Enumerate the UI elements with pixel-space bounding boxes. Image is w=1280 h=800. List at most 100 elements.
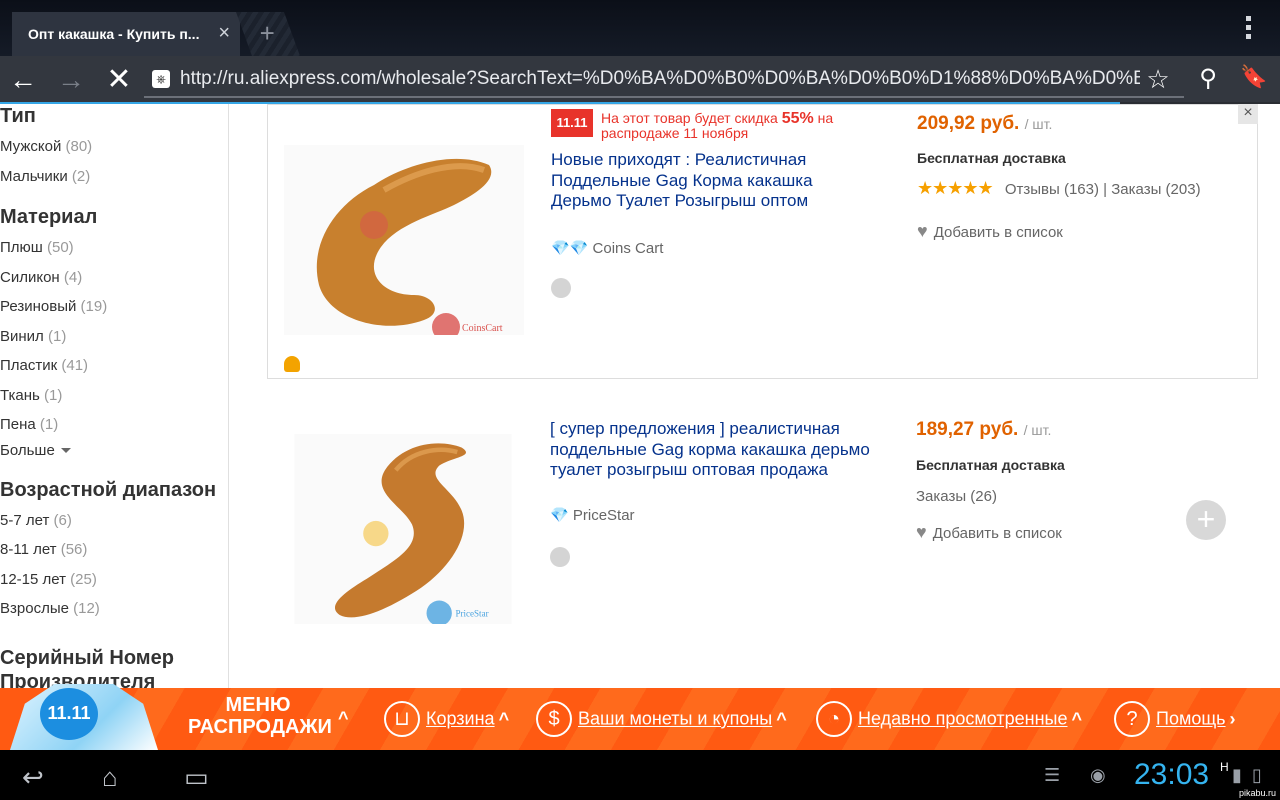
screenshot-notification-icon: ◉	[1090, 765, 1106, 785]
seller-rating-diamond-icon: 💎💎	[551, 240, 589, 257]
product-image[interactable]: CoinsCart	[284, 145, 524, 335]
filter-item[interactable]: 12-15 лет (25)	[0, 565, 228, 595]
product-title-link[interactable]: [ супер предложения ] реалистичная подде…	[550, 419, 900, 481]
tab-close-icon[interactable]: ×	[218, 23, 230, 43]
cart-link[interactable]: ⊔ Корзина ^	[384, 701, 509, 739]
page-content: Тип Мужской (80) Мальчики (2) Материал П…	[0, 104, 1280, 688]
site-favicon-icon: ⎈	[152, 70, 170, 88]
filter-manufacturer-number: Серийный Номер Производителя	[0, 646, 228, 689]
heart-icon: ♥	[917, 221, 928, 241]
free-shipping-label: Бесплатная доставка	[917, 150, 1066, 166]
system-nav-bar: ↩ ⌂ ▭ ☰ ◉ 23:03 H ▮ ▯ pikabu.ru	[0, 750, 1280, 800]
filter-item[interactable]: Мужской (80)	[0, 132, 228, 162]
cart-icon: ⊔	[384, 701, 420, 737]
filter-title: Материал	[0, 206, 98, 228]
add-to-wishlist-link[interactable]: ♥ Добавить в список	[917, 221, 1063, 242]
filter-title: Тип	[0, 105, 36, 127]
home-icon[interactable]: ⌂	[102, 762, 118, 793]
network-type: H	[1220, 760, 1229, 774]
close-icon[interactable]: ×	[1238, 104, 1258, 124]
coin-icon	[551, 278, 571, 298]
sale-logo: 11.11	[551, 109, 593, 137]
filter-material: Материал Плюш (50) Силикон (4) Резиновый…	[0, 205, 228, 462]
clock-icon: ◔	[816, 701, 852, 737]
forward-arrow-icon[interactable]: →	[56, 66, 86, 96]
image-watermark: PriceStar	[455, 609, 488, 619]
product-title-link[interactable]: Новые приходят : Реалистичная Поддельные…	[551, 150, 851, 212]
add-to-wishlist-link[interactable]: ♥ Добавить в список	[916, 522, 1062, 543]
heart-icon: ♥	[916, 522, 927, 542]
filter-item[interactable]: 5-7 лет (6)	[0, 506, 228, 536]
back-arrow-icon[interactable]: ←	[8, 66, 38, 96]
filter-item[interactable]: Силикон (4)	[0, 263, 228, 293]
overflow-menu-icon[interactable]	[1246, 16, 1252, 43]
rating-stars-icon: ★★★★★	[917, 178, 994, 198]
filter-type: Тип Мужской (80) Мальчики (2)	[0, 104, 228, 191]
recent-apps-icon[interactable]: ▭	[184, 762, 209, 793]
browser-tab-strip: Опт какашка - Купить п... × +	[0, 0, 1280, 56]
filter-item[interactable]: Пена (1)	[0, 410, 228, 440]
wifi-icon: ☰	[1044, 765, 1061, 785]
orders-link[interactable]: Заказы (26)	[916, 488, 997, 505]
image-watermark: CoinsCart	[462, 323, 503, 334]
filter-item[interactable]: Плюш (50)	[0, 233, 228, 263]
new-tab-button[interactable]: +	[235, 12, 301, 56]
bookmarks-icon[interactable]: 🔖	[1238, 64, 1270, 90]
sale-promo-bar: 11.11 МЕНЮ РАСПРОДАЖИ ^ ⊔ Корзина ^ $ Ваши …	[0, 684, 1280, 750]
free-shipping-label: Бесплатная доставка	[916, 457, 1065, 473]
address-bar: ← → ✕ ⎈ http://ru.aliexpress.com/wholesa…	[0, 56, 1280, 105]
chevron-up-icon: ^	[776, 708, 787, 729]
add-button[interactable]: +	[1186, 500, 1226, 540]
stop-loading-icon[interactable]: ✕	[104, 65, 134, 96]
product-card[interactable]: PriceStar [ супер предложения ] реалисти…	[267, 414, 1258, 674]
clock: 23:03	[1134, 758, 1210, 791]
filter-item[interactable]: Резиновый (19)	[0, 292, 228, 322]
bell-icon	[284, 356, 300, 372]
sale-text: На этот товар будет скидка 55% на распро…	[601, 110, 834, 141]
watermark: pikabu.ru	[1238, 788, 1276, 798]
bookmark-star-icon[interactable]: ☆	[1142, 64, 1174, 95]
product-price: 189,27 руб. / шт.	[916, 419, 1052, 440]
seller-link[interactable]: 💎💎 Coins Cart	[551, 239, 663, 257]
filter-item[interactable]: Винил (1)	[0, 322, 228, 352]
sale-logo-badge[interactable]: 11.11	[10, 684, 158, 750]
product-price: 209,92 руб. / шт.	[917, 113, 1053, 134]
filter-sidebar: Тип Мужской (80) Мальчики (2) Материал П…	[0, 104, 229, 688]
chevron-right-icon: ›	[1229, 708, 1236, 729]
recently-viewed-link[interactable]: ◔ Недавно просмотренные ^	[816, 701, 1082, 739]
reviews-link[interactable]: Отзывы (163)	[1005, 181, 1099, 198]
chevron-up-icon: ^	[498, 708, 510, 729]
question-icon: ?	[1114, 701, 1150, 737]
browser-tab[interactable]: Опт какашка - Купить п... ×	[12, 12, 240, 56]
product-card[interactable]: × CoinsCart 11.11 На этот товар будет ск…	[267, 104, 1258, 379]
coins-coupons-link[interactable]: $ Ваши монеты и купоны ^	[536, 701, 787, 739]
filter-item[interactable]: 8-11 лет (56)	[0, 535, 228, 565]
url-text: http://ru.aliexpress.com/wholesale?Searc…	[180, 68, 1140, 89]
chevron-up-icon: ^	[338, 708, 349, 728]
filter-title: Серийный Номер Производителя	[0, 646, 174, 689]
orders-link[interactable]: Заказы (203)	[1111, 181, 1200, 198]
filter-item[interactable]: Взрослые (12)	[0, 594, 228, 624]
dollar-icon: $	[536, 701, 572, 737]
filter-more-link[interactable]: Больше	[0, 440, 228, 462]
chevron-down-icon	[60, 448, 71, 454]
sale-menu-button[interactable]: МЕНЮ РАСПРОДАЖИ	[188, 694, 332, 738]
search-icon[interactable]: ⚲	[1192, 64, 1224, 93]
signal-icon: ▮	[1232, 765, 1242, 785]
back-icon[interactable]: ↩	[22, 762, 44, 793]
seller-link[interactable]: 💎 PriceStar	[550, 506, 635, 524]
battery-icon: ▯	[1252, 765, 1262, 785]
filter-item[interactable]: Мальчики (2)	[0, 162, 228, 192]
help-link[interactable]: ? Помощь ›	[1114, 701, 1236, 739]
product-image[interactable]: PriceStar	[283, 434, 523, 624]
filter-item[interactable]: Ткань (1)	[0, 381, 228, 411]
filter-title: Возрастной диапазон	[0, 478, 217, 501]
coin-icon	[550, 547, 570, 567]
filter-item[interactable]: Пластик (41)	[0, 351, 228, 381]
tab-title: Опт какашка - Купить п...	[28, 26, 200, 42]
product-stats: ★★★★★ Отзывы (163) | Заказы (203)	[917, 178, 1201, 198]
seller-rating-diamond-icon: 💎	[550, 507, 569, 524]
filter-age: Возрастной диапазон 5-7 лет (6) 8-11 лет…	[0, 478, 228, 624]
chevron-up-icon: ^	[1071, 708, 1083, 729]
url-input[interactable]: ⎈ http://ru.aliexpress.com/wholesale?Sea…	[144, 64, 1184, 98]
